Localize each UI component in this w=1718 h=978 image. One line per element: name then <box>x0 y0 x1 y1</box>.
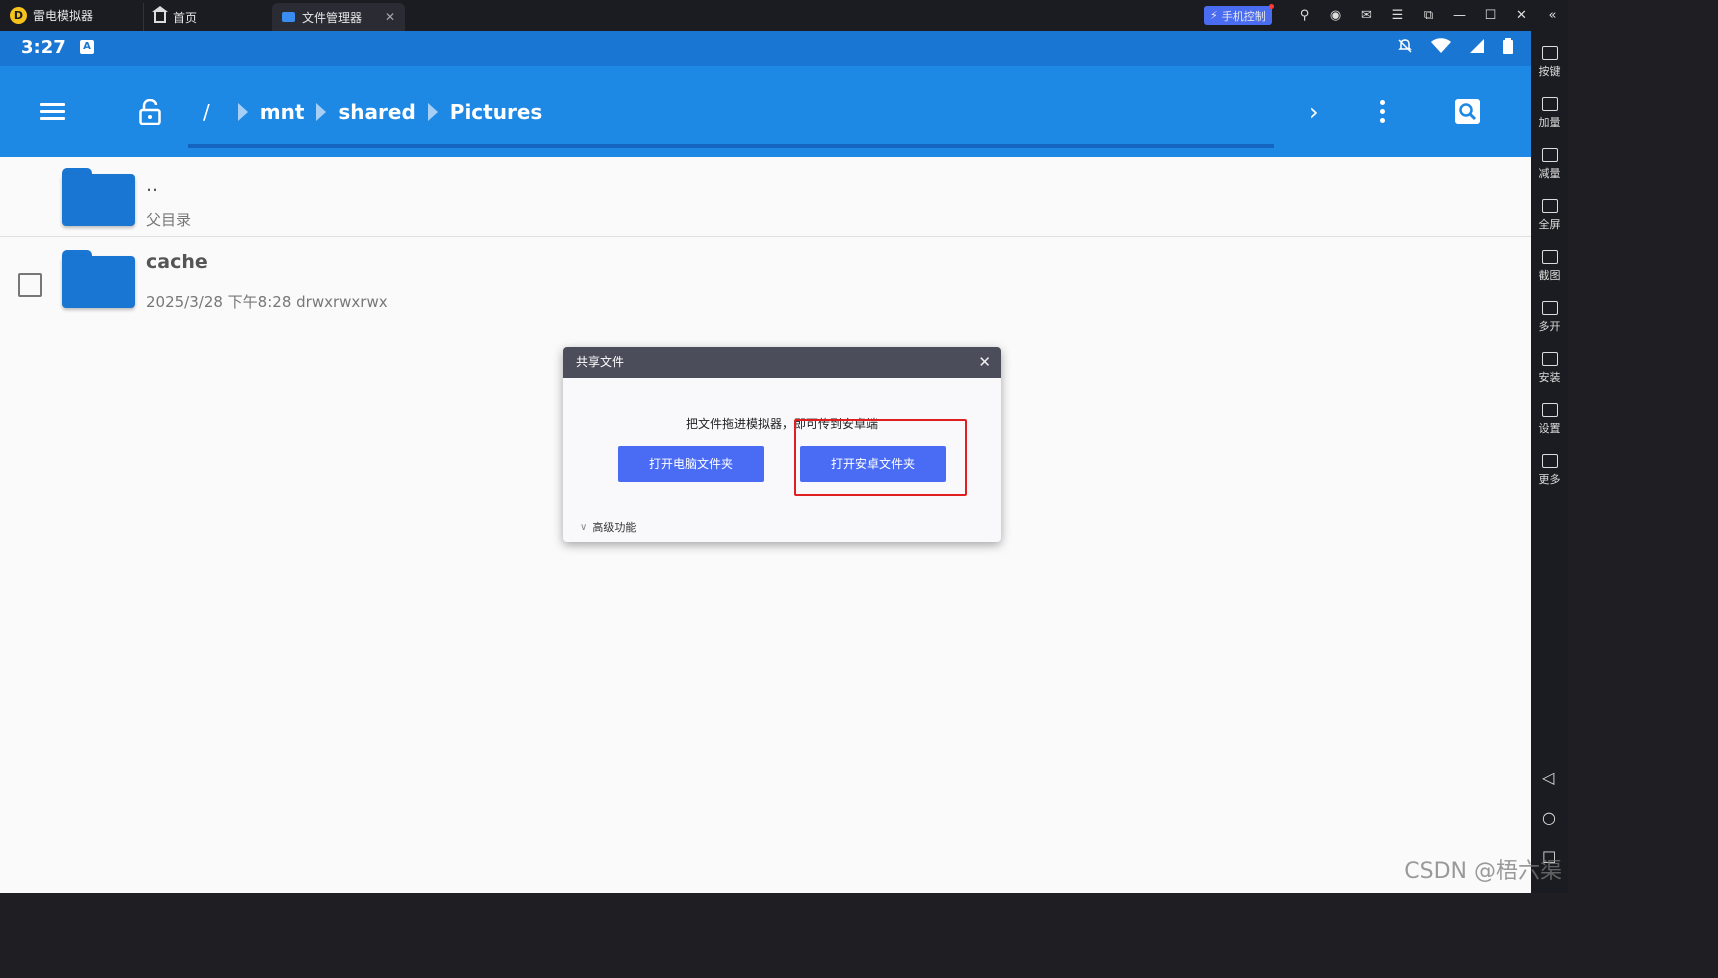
app-name: 雷电模拟器 <box>33 9 94 23</box>
file-name: cache <box>146 251 208 273</box>
notification-a-icon: A <box>80 40 94 54</box>
window-titlebar: D 雷电模拟器 首页 文件管理器 ✕ ⚡ 手机控制 ⚲ ◉ ✉ ☰ ⧉ — ☐ … <box>0 0 1568 31</box>
sidebar-item-keys[interactable]: 按键 <box>1531 46 1568 79</box>
battery-icon <box>1503 38 1513 58</box>
share-file-dialog: 共享文件 ✕ 把文件拖进模拟器，即可传到安卓端 打开电脑文件夹 打开安卓文件夹 … <box>563 347 1001 542</box>
open-pc-folder-button[interactable]: 打开电脑文件夹 <box>618 446 764 482</box>
dialog-header: 共享文件 ✕ <box>563 347 1001 378</box>
folder-icon <box>282 12 295 22</box>
breadcrumb-arrow-icon <box>316 103 327 121</box>
sidebar-item-label: 减量 <box>1538 167 1561 180</box>
status-time: 3:27 <box>21 37 66 58</box>
file-meta: 父目录 <box>146 211 192 229</box>
back-nav-icon[interactable]: ◁ <box>1542 768 1554 787</box>
scissors-icon <box>1541 250 1558 264</box>
sidebar-item-settings[interactable]: 设置 <box>1531 403 1568 436</box>
maximize-icon[interactable]: ☐ <box>1475 8 1506 23</box>
notification-dot <box>1268 4 1274 9</box>
window-controls: ⚲ ◉ ✉ ☰ ⧉ — ☐ ✕ « <box>1289 0 1568 31</box>
sidebar-item-label: 安装 <box>1538 371 1561 384</box>
bell-off-icon <box>1397 38 1413 58</box>
phone-control-label: 手机控制 <box>1221 9 1266 23</box>
sidebar-item-label: 更多 <box>1538 473 1561 486</box>
multi-instance-icon <box>1541 301 1558 315</box>
mail-icon[interactable]: ✉ <box>1351 8 1382 23</box>
search-icon[interactable] <box>1455 99 1480 124</box>
sidebar-item-label: 多开 <box>1538 320 1561 333</box>
close-icon[interactable]: ✕ <box>978 347 991 378</box>
sidebar-item-volume-up[interactable]: 加量 <box>1531 97 1568 130</box>
phone-control-button[interactable]: ⚡ 手机控制 <box>1204 4 1274 25</box>
volume-up-icon <box>1541 97 1558 111</box>
tab-file-manager-label: 文件管理器 <box>302 10 363 25</box>
file-row-parent[interactable]: .. 父目录 <box>0 157 1531 237</box>
keyboard-icon <box>1541 46 1558 60</box>
sidebar-item-more[interactable]: 更多 <box>1531 454 1568 487</box>
more-icon <box>1541 454 1558 468</box>
chevron-right-icon[interactable]: › <box>1309 98 1319 126</box>
overflow-menu-icon[interactable] <box>1380 100 1385 127</box>
sidebar-item-fullscreen[interactable]: 全屏 <box>1531 199 1568 232</box>
sidebar-item-screenshot[interactable]: 截图 <box>1531 250 1568 283</box>
tab-home[interactable]: 首页 <box>143 3 269 31</box>
home-nav-icon[interactable]: ○ <box>1542 808 1556 827</box>
breadcrumb-pictures[interactable]: Pictures <box>450 100 543 124</box>
sidebar-collapse-icon[interactable]: « <box>1537 8 1568 23</box>
row-checkbox[interactable] <box>18 273 42 297</box>
red-highlight-box <box>794 419 967 496</box>
folder-icon <box>62 168 135 226</box>
file-meta: 2025/3/28 下午8:28 drwxrwxrwx <box>146 293 388 311</box>
wifi-icon <box>1431 38 1451 58</box>
status-icons <box>1397 38 1513 58</box>
file-name: .. <box>146 174 159 196</box>
loading-progress-bar <box>188 144 1274 148</box>
tab-home-label: 首页 <box>173 10 198 25</box>
fullscreen-icon <box>1541 199 1558 213</box>
sidebar-item-volume-down[interactable]: 减量 <box>1531 148 1568 181</box>
restore-icon[interactable]: ⧉ <box>1413 8 1444 23</box>
file-row-cache[interactable]: cache 2025/3/28 下午8:28 drwxrwxrwx <box>0 238 1531 320</box>
android-screen: 3:27 A / mnt shared Pictures › .. 父目录 ca… <box>0 31 1531 893</box>
dialog-title: 共享文件 <box>576 355 625 369</box>
close-window-icon[interactable]: ✕ <box>1506 8 1537 23</box>
advanced-toggle[interactable]: ∨ 高级功能 <box>580 519 636 535</box>
sidebar-item-label: 全屏 <box>1538 218 1561 231</box>
sidebar-item-label: 按键 <box>1538 65 1561 78</box>
advanced-label: 高级功能 <box>592 521 637 534</box>
watermark: CSDN @梧六渠 <box>1404 859 1562 884</box>
app-title: D 雷电模拟器 <box>10 7 93 24</box>
home-icon <box>152 5 168 23</box>
gamepad-icon[interactable]: ⚲ <box>1289 8 1320 23</box>
breadcrumb-arrow-icon <box>237 103 248 121</box>
lightning-icon: ⚡ <box>1210 9 1218 22</box>
chevron-down-icon: ∨ <box>580 521 588 533</box>
folder-icon <box>62 250 135 308</box>
signal-icon <box>1469 38 1485 58</box>
minimize-icon[interactable]: — <box>1444 8 1475 23</box>
sidebar-item-install[interactable]: 安装 <box>1531 352 1568 385</box>
sidebar-item-multi[interactable]: 多开 <box>1531 301 1568 334</box>
file-manager-app-bar: / mnt shared Pictures › <box>0 66 1531 157</box>
account-icon[interactable]: ◉ <box>1320 8 1351 23</box>
sidebar-item-label: 加量 <box>1538 116 1561 129</box>
breadcrumb-mnt[interactable]: mnt <box>260 100 305 124</box>
volume-down-icon <box>1541 148 1558 162</box>
breadcrumb: / mnt shared Pictures <box>203 100 542 124</box>
menu-icon[interactable]: ☰ <box>1382 8 1413 23</box>
hamburger-menu-icon[interactable] <box>40 103 65 121</box>
tab-file-manager[interactable]: 文件管理器 ✕ <box>272 3 405 31</box>
unlock-icon[interactable] <box>139 98 161 129</box>
gear-icon <box>1541 403 1558 417</box>
leidian-logo-icon: D <box>10 7 27 24</box>
tab-close-icon[interactable]: ✕ <box>385 10 395 24</box>
sidebar-item-label: 截图 <box>1538 269 1561 282</box>
android-status-bar: 3:27 A <box>0 31 1531 66</box>
sidebar-item-label: 设置 <box>1538 422 1561 435</box>
emulator-sidebar: 按键 加量 减量 全屏 截图 多开 安装 设置 更多 ◁ ○ ☐ <box>1531 31 1568 893</box>
breadcrumb-root[interactable]: / <box>203 100 210 124</box>
breadcrumb-arrow-icon <box>427 103 438 121</box>
breadcrumb-shared[interactable]: shared <box>338 100 415 124</box>
apk-icon <box>1541 352 1558 366</box>
